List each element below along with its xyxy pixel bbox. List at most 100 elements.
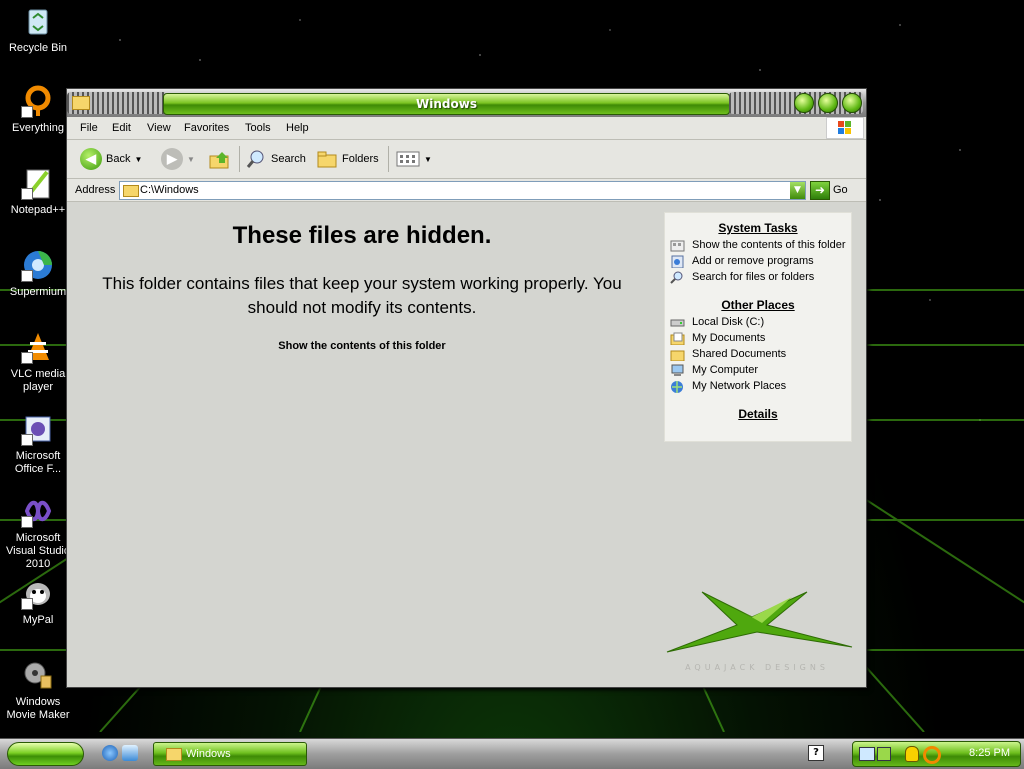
folder-icon	[72, 96, 90, 110]
toolbar-separator	[388, 146, 389, 172]
address-dropdown-icon[interactable]: ▼	[790, 182, 805, 199]
quick-launch-explorer-icon[interactable]	[122, 745, 138, 761]
security-shield-icon[interactable]	[905, 746, 919, 762]
show-contents-icon	[670, 240, 685, 252]
place-my-documents[interactable]: My Documents	[665, 332, 851, 345]
folders-label: Folders	[342, 153, 379, 165]
desktop-icon-everything[interactable]: Everything	[0, 84, 76, 135]
desktop-icon-label: Notepad++	[10, 204, 66, 216]
folder-content-area: These files are hidden. This folder cont…	[67, 202, 866, 687]
title-bar[interactable]: Windows	[67, 89, 866, 117]
task-search-files[interactable]: Search for files or folders	[665, 271, 851, 284]
shared-folder-icon	[670, 350, 685, 361]
place-local-disk[interactable]: Local Disk (C:)	[665, 316, 851, 329]
desktop-icon-recycle-bin[interactable]: Recycle Bin	[0, 4, 76, 55]
place-my-network-places[interactable]: My Network Places	[665, 380, 851, 393]
taskbar-item-windows[interactable]: Windows	[153, 742, 307, 766]
start-button[interactable]	[7, 742, 84, 766]
visual-studio-icon	[21, 494, 55, 528]
notepad-plus-plus-icon	[21, 166, 55, 200]
hidden-files-heading: These files are hidden.	[232, 222, 492, 249]
views-button[interactable]: ▼	[396, 147, 432, 171]
up-folder-button[interactable]	[208, 147, 232, 171]
system-tasks-header[interactable]: System Tasks	[665, 221, 851, 235]
minimize-button[interactable]	[794, 93, 814, 113]
mypal-browser-icon	[21, 576, 55, 610]
hard-drive-icon	[670, 319, 685, 327]
forward-arrow-icon: ▶	[161, 148, 183, 170]
desktop-icon-movie-maker[interactable]: Windows Movie Maker	[0, 658, 76, 722]
tray-app-icon[interactable]	[877, 747, 891, 761]
clock: 8:25 PM	[969, 747, 1010, 759]
close-button[interactable]	[842, 93, 862, 113]
place-label: Local Disk (C:)	[692, 316, 765, 328]
back-label: Back	[106, 153, 131, 165]
address-input[interactable]: C:\Windows ▼	[119, 181, 806, 200]
my-documents-icon	[670, 332, 685, 345]
folders-icon	[317, 151, 337, 168]
aquajack-x-logo: AQUAJACK DESIGNS	[657, 587, 857, 677]
other-places-header[interactable]: Other Places	[665, 298, 851, 312]
search-icon	[246, 150, 264, 168]
search-button[interactable]: Search	[245, 147, 306, 171]
desktop-icon-visual-studio[interactable]: Microsoft Visual Studio 2010	[0, 494, 76, 571]
place-label: Shared Documents	[692, 348, 787, 360]
back-button[interactable]: ◀ Back ▼	[80, 147, 142, 171]
desktop-icon-vlc[interactable]: VLC media player	[0, 330, 76, 394]
menu-edit[interactable]: Edit	[112, 122, 131, 134]
taskbar-item-label: Windows	[186, 748, 231, 760]
desktop-icon-office-frontpage[interactable]: Microsoft Office F...	[0, 412, 76, 476]
task-pane: System Tasks Show the contents of this f…	[664, 212, 852, 442]
place-label: My Computer	[692, 364, 759, 376]
desktop-icon-label: MyPal	[22, 614, 54, 626]
desktop-icon-label: Recycle Bin	[8, 42, 68, 54]
desktop-icon-label: Microsoft Office F...	[14, 450, 62, 475]
folders-button[interactable]: Folders	[316, 147, 379, 171]
address-label: Address	[75, 184, 116, 196]
taskbar: Windows ? 8:25 PM	[0, 738, 1024, 769]
show-contents-link[interactable]: Show the contents of this folder	[77, 340, 647, 352]
go-button[interactable]: Go	[833, 184, 848, 196]
forward-dropdown-icon[interactable]: ▼	[187, 155, 195, 164]
maximize-button[interactable]	[818, 93, 838, 113]
menu-help[interactable]: Help	[286, 122, 309, 134]
desktop-icon-mypal[interactable]: MyPal	[0, 576, 76, 627]
explorer-window: Windows File Edit View Favorites Tools H…	[66, 88, 867, 688]
folder-icon	[123, 185, 139, 197]
task-label: Show the contents of this folder	[692, 239, 846, 251]
everything-tray-icon[interactable]	[923, 746, 941, 764]
hidden-files-description: This folder contains files that keep you…	[102, 274, 622, 317]
menu-file[interactable]: File	[80, 122, 98, 134]
help-icon[interactable]: ?	[808, 745, 824, 761]
brand-caption: AQUAJACK DESIGNS	[685, 663, 829, 672]
task-show-contents[interactable]: Show the contents of this folder	[665, 239, 851, 252]
vlc-icon	[21, 330, 55, 364]
windows-logo-icon	[826, 117, 864, 139]
toolbar-separator	[239, 146, 240, 172]
menu-favorites[interactable]: Favorites	[184, 122, 229, 134]
desktop-icon-notepad-plus-plus[interactable]: Notepad++	[0, 166, 76, 217]
place-label: My Documents	[692, 332, 766, 344]
my-computer-icon	[671, 364, 684, 376]
desktop-icon-label: Windows Movie Maker	[6, 696, 70, 721]
toolbar: ◀ Back ▼ ▶ ▼ Search Folders ▼	[67, 140, 866, 179]
go-arrow-icon[interactable]: ➜	[810, 181, 830, 200]
network-tray-icon[interactable]	[859, 747, 875, 761]
address-bar: Address C:\Windows ▼ ➜ Go	[67, 179, 866, 202]
search-label: Search	[271, 153, 306, 165]
task-add-remove-programs[interactable]: Add or remove programs	[665, 255, 851, 268]
recycle-bin-icon	[21, 4, 55, 38]
back-dropdown-icon[interactable]: ▼	[134, 155, 142, 164]
task-label: Add or remove programs	[692, 255, 814, 267]
internet-explorer-icon[interactable]	[102, 745, 118, 761]
forward-button[interactable]: ▶ ▼	[161, 147, 195, 171]
desktop-icon-supermium[interactable]: Supermium	[0, 248, 76, 299]
place-my-computer[interactable]: My Computer	[665, 364, 851, 377]
everything-search-icon	[21, 84, 55, 118]
system-tray: 8:25 PM	[852, 741, 1021, 767]
menu-view[interactable]: View	[147, 122, 171, 134]
place-shared-documents[interactable]: Shared Documents	[665, 348, 851, 361]
up-folder-icon	[209, 152, 229, 169]
menu-tools[interactable]: Tools	[245, 122, 271, 134]
details-header[interactable]: Details	[665, 407, 851, 421]
